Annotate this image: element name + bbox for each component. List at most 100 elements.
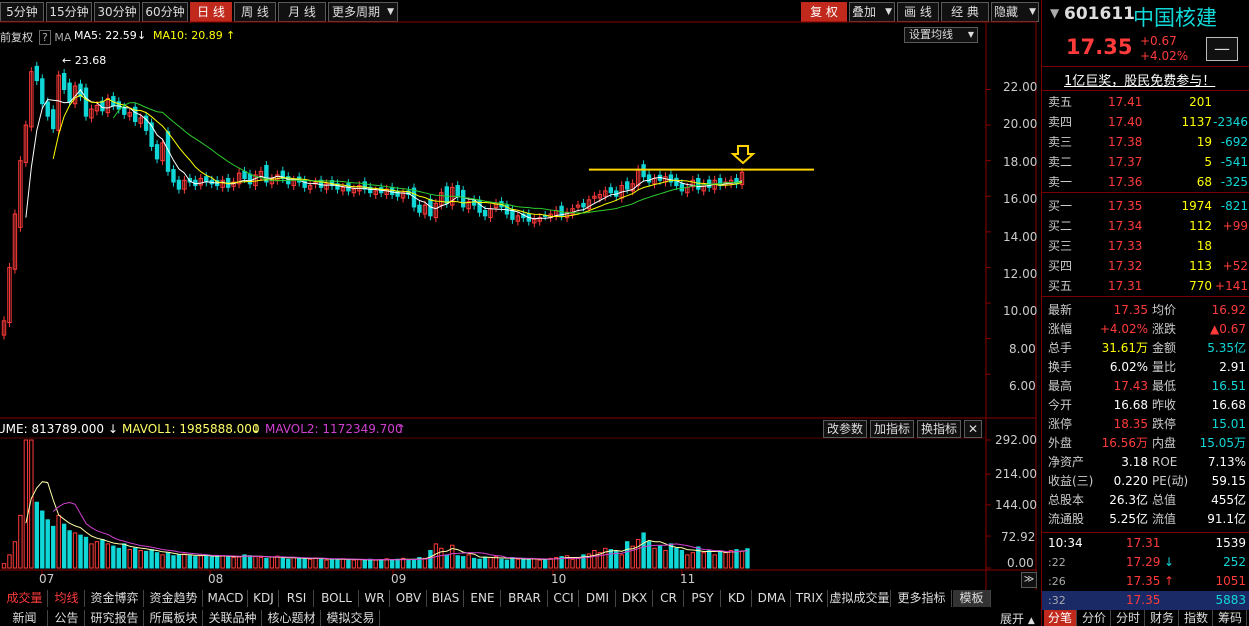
indicator-tab[interactable]: BRAR	[502, 590, 548, 607]
orderbook-row[interactable]: 卖一 17.36 68 -325	[1042, 174, 1249, 191]
indicator-tab[interactable]: 资金博弈	[86, 590, 144, 607]
volume-bar	[324, 559, 329, 569]
orderbook-volume: 770	[1189, 279, 1212, 293]
scroll-right-icon[interactable]: ≫	[1021, 572, 1037, 588]
indicator-tab[interactable]: 成交量	[2, 590, 48, 607]
orderbook-row[interactable]: 买一 17.35 1974 -821	[1042, 198, 1249, 215]
orderbook-row[interactable]: 卖三 17.38 19 -692	[1042, 134, 1249, 151]
info-tab[interactable]: 核心题材	[263, 610, 321, 626]
indicator-tab[interactable]: 虚拟成交量	[829, 590, 891, 607]
tick-volume: 1051	[1215, 574, 1246, 588]
orderbook-price: 17.37	[1108, 155, 1143, 169]
volume-bar	[215, 555, 220, 569]
month-label: 07	[39, 572, 55, 586]
question-icon[interactable]: ?	[39, 30, 51, 45]
orderbook-row[interactable]: 买三 17.33 18	[1042, 238, 1249, 255]
quote-tab[interactable]: 分笔	[1044, 610, 1077, 626]
quote-tab[interactable]: 指数	[1180, 610, 1213, 626]
change-params-button[interactable]: 改参数	[823, 420, 867, 438]
stat-label: 最低	[1152, 379, 1177, 393]
indicator-tab[interactable]: DKX	[617, 590, 653, 607]
volume-bar	[100, 539, 105, 569]
quote-tab[interactable]: 分价	[1078, 610, 1111, 626]
indicator-tab[interactable]: DMI	[580, 590, 616, 607]
quote-tab[interactable]: 筹码	[1214, 610, 1247, 626]
indicator-tab[interactable]: KDJ	[249, 590, 279, 607]
volume-bar	[225, 556, 231, 569]
divider	[1042, 532, 1249, 533]
volume-bar	[7, 554, 12, 569]
info-tab[interactable]: 所属板块	[145, 610, 203, 626]
stat-label: 流值	[1152, 512, 1177, 526]
indicator-tab[interactable]: WR	[360, 590, 390, 607]
stat-label: 涨幅	[1048, 322, 1073, 336]
tick-price: 17.35	[1126, 574, 1161, 588]
orderbook-row[interactable]: 卖四 17.40 1137 -2346	[1042, 114, 1249, 131]
indicator-tab[interactable]: TRIX	[792, 590, 828, 607]
orderbook-row[interactable]: 卖二 17.37 5 -541	[1042, 154, 1249, 171]
indicator-tab[interactable]: 资金趋势	[145, 590, 203, 607]
info-tab[interactable]: 关联品种	[204, 610, 262, 626]
kline-chart[interactable]	[0, 0, 1041, 590]
menu-icon[interactable]: ▼	[1050, 6, 1059, 20]
remove-watch-button[interactable]: —	[1206, 37, 1238, 61]
mavol2-label: MAVOL2: 1172349.700	[265, 422, 403, 436]
indicator-tab[interactable]: MACD	[204, 590, 248, 607]
stat-value: 15.01	[1211, 417, 1246, 431]
indicator-tab[interactable]: CR	[654, 590, 684, 607]
info-tab[interactable]: 公告	[49, 610, 85, 626]
volume-bar	[143, 550, 149, 569]
orderbook-label: 卖四	[1048, 115, 1073, 129]
volume-bar	[105, 543, 111, 569]
tick-row: :26 17.35 ↑ 1051	[1042, 572, 1249, 591]
expand-button[interactable]: 展开 ▲	[1000, 610, 1035, 626]
indicator-tab[interactable]: BOLL	[315, 590, 359, 607]
candle-body	[242, 170, 247, 179]
quote-tab[interactable]: 财务	[1146, 610, 1179, 626]
quote-tab[interactable]: 分时	[1112, 610, 1145, 626]
indicator-tab[interactable]: 更多指标	[892, 590, 952, 607]
indicator-tab[interactable]: ENE	[465, 590, 501, 607]
orderbook-row[interactable]: 卖五 17.41 201	[1042, 94, 1249, 111]
ma-settings-dropdown[interactable]: 设置均线 ▼	[904, 27, 978, 43]
volume-bar	[389, 559, 395, 569]
switch-indicator-button[interactable]: 换指标	[917, 420, 961, 438]
stock-app: 5分钟 15分钟 30分钟 60分钟 日 线 周 线 月 线 更多周期 ▼ 复 权…	[0, 0, 1249, 626]
close-indicator-icon[interactable]: ✕	[964, 420, 982, 438]
volume-bar	[357, 559, 362, 569]
indicator-tab[interactable]: 模板	[953, 590, 991, 607]
add-indicator-button[interactable]: 加指标	[870, 420, 914, 438]
indicator-tab[interactable]: CCI	[549, 590, 579, 607]
indicator-tab[interactable]: DMA	[753, 590, 791, 607]
volume-bar	[455, 555, 460, 569]
indicator-tab[interactable]: 均线	[49, 590, 85, 607]
orderbook-change: -692	[1220, 135, 1248, 149]
orderbook-row[interactable]: 买二 17.34 112 +99	[1042, 218, 1249, 235]
orderbook-change: -2346	[1213, 115, 1248, 129]
volume-bar	[379, 559, 384, 569]
volume-bar	[275, 555, 280, 569]
volume-bar	[346, 558, 351, 569]
volume-bar	[707, 549, 712, 569]
volume-bar	[668, 543, 674, 569]
indicator-tab[interactable]: RSI	[280, 590, 314, 607]
candle-body	[455, 185, 460, 197]
ad-link[interactable]: 1亿巨奖，股民免费参与！	[1064, 70, 1215, 89]
orderbook-row[interactable]: 买四 17.32 113 +52	[1042, 258, 1249, 275]
volume-bar	[717, 550, 723, 569]
info-tab[interactable]: 模拟交易	[322, 610, 380, 626]
indicator-tab[interactable]: BIAS	[428, 590, 464, 607]
info-tab[interactable]: 研究报告	[86, 610, 144, 626]
candle-body	[45, 101, 50, 117]
orderbook-row[interactable]: 买五 17.31 770 +141	[1042, 278, 1249, 295]
info-tab[interactable]: 新闻	[2, 610, 48, 626]
volume-bar	[728, 549, 734, 569]
indicator-tab[interactable]: OBV	[391, 590, 427, 607]
stat-value: 59.15	[1211, 474, 1246, 488]
volume-bar	[406, 559, 411, 569]
indicator-tab[interactable]: KD	[722, 590, 752, 607]
indicator-tab[interactable]: PSY	[685, 590, 721, 607]
volume-bar	[739, 550, 745, 569]
volume-bar	[608, 549, 613, 569]
orderbook-price: 17.40	[1108, 115, 1143, 129]
